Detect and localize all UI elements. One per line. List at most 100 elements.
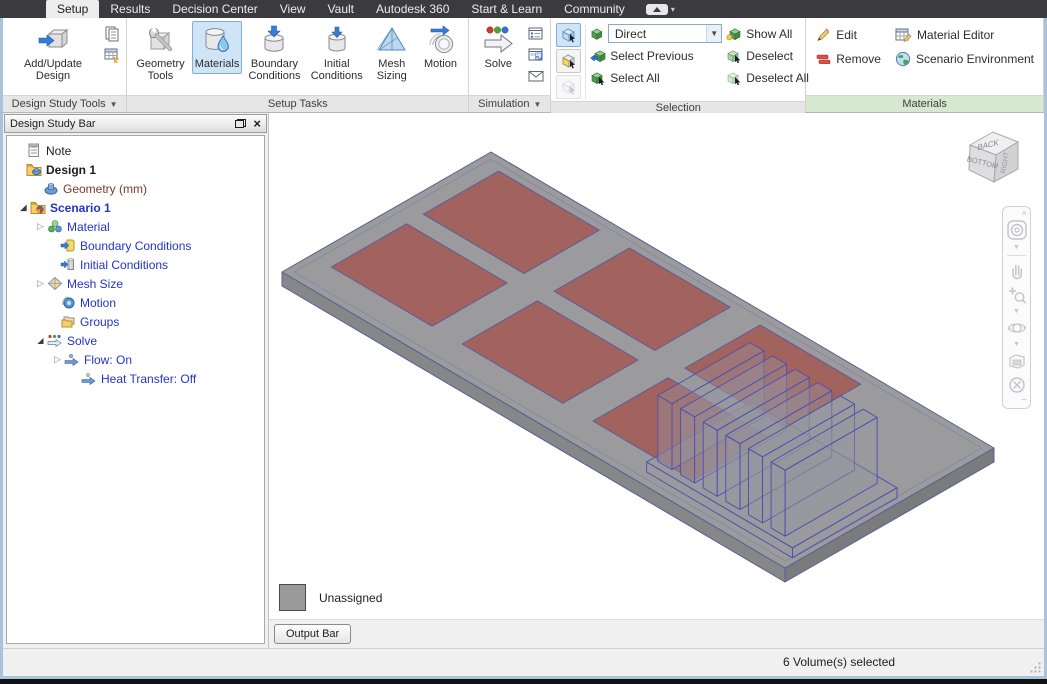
initial-conditions-button[interactable]: Initial Conditions	[307, 21, 367, 86]
solution-monitor-button[interactable]	[527, 25, 544, 42]
boundary-conditions-label: Boundary Conditions	[248, 58, 301, 82]
material-editor-button[interactable]: Material Editor	[895, 27, 1034, 43]
edit-material-button[interactable]: Edit	[815, 27, 881, 43]
design-folder-icon	[26, 164, 42, 176]
deselect-button[interactable]: Deselect	[726, 46, 809, 65]
deselect-all-button[interactable]: Deselect All	[726, 68, 809, 87]
expander-collapsed-icon[interactable]: ▷	[51, 354, 64, 365]
email-notification-button[interactable]	[527, 67, 544, 84]
mesh-sizing-icon	[376, 27, 406, 51]
group-materials: Edit Remove Material Editor Scenario Env…	[806, 18, 1044, 112]
chevron-down-icon[interactable]: ▼	[1013, 308, 1020, 315]
tab-community[interactable]: Community	[553, 0, 636, 18]
design-study-tree: Note Design 1 Geometry (mm) ◢ Scenario 1…	[6, 135, 265, 644]
material-editor-label: Material Editor	[916, 28, 995, 42]
tree-item-boundary-conditions[interactable]: Boundary Conditions	[9, 236, 262, 255]
select-previous-icon	[590, 49, 606, 62]
expander-collapsed-icon[interactable]: ▷	[34, 221, 47, 232]
tab-results[interactable]: Results	[99, 0, 161, 18]
boundary-conditions-icon	[264, 25, 284, 52]
scenario-environment-button[interactable]: Scenario Environment	[895, 51, 1034, 67]
geometry-tools-button[interactable]: Geometry Tools	[131, 21, 189, 86]
convergence-monitor-button[interactable]	[527, 46, 544, 63]
tree-item-material[interactable]: ▷ Material	[9, 217, 262, 236]
tree-item-motion[interactable]: Motion	[9, 293, 262, 312]
zoom-icon[interactable]	[1007, 285, 1027, 305]
tree-item-scenario-1[interactable]: ◢ Scenario 1	[9, 198, 262, 217]
select-previous-button[interactable]: Select Previous	[590, 46, 722, 65]
select-previous-label: Select Previous	[610, 48, 694, 63]
boundary-conditions-button[interactable]: Boundary Conditions	[244, 21, 304, 86]
selection-mode-row: Direct ▼	[590, 24, 723, 43]
select-all-button[interactable]: Select All	[590, 68, 722, 87]
tab-decision-center[interactable]: Decision Center	[161, 0, 268, 18]
selection-mode-dropdown[interactable]: Direct ▼	[607, 24, 723, 43]
view-cube[interactable]: BACK BOTTOM RIGHT	[960, 125, 1026, 191]
motion-button[interactable]: Motion	[417, 21, 465, 74]
resize-grip[interactable]	[1029, 661, 1042, 674]
select-volumes-mode-button[interactable]	[556, 23, 582, 47]
flow-arrow-icon	[64, 353, 79, 367]
design-review-button[interactable]	[103, 46, 120, 63]
tree-item-heat-transfer[interactable]: Heat Transfer: Off	[9, 369, 262, 388]
remove-material-button[interactable]: Remove	[815, 51, 881, 67]
tab-setup[interactable]: Setup	[46, 0, 100, 18]
orbit-icon[interactable]	[1007, 318, 1027, 338]
tab-view[interactable]: View	[269, 0, 317, 18]
mesh-sizing-button[interactable]: Mesh Sizing	[369, 21, 415, 86]
select-edges-mode-button[interactable]	[556, 75, 582, 99]
solve-icon	[484, 26, 514, 54]
remove-icon	[816, 54, 831, 64]
tab-autodesk-360[interactable]: Autodesk 360	[365, 0, 460, 18]
solve-button[interactable]: Solve	[473, 21, 523, 74]
volume-select-icon	[561, 28, 575, 43]
deselect-icon	[727, 49, 741, 63]
chevron-down-icon[interactable]: ▼	[1013, 244, 1020, 251]
surface-select-icon	[561, 54, 575, 69]
close-panel-icon[interactable]: ×	[253, 117, 261, 130]
tree-item-design-1[interactable]: Design 1	[9, 160, 262, 179]
tree-item-groups[interactable]: Groups	[9, 312, 262, 331]
tree-item-solve[interactable]: ◢ Solve	[9, 331, 262, 350]
float-panel-icon[interactable]	[235, 119, 247, 128]
materials-button[interactable]: Materials	[191, 21, 243, 74]
solve-label: Solve	[484, 58, 513, 70]
output-bar-button[interactable]: Output Bar	[274, 624, 352, 644]
pan-hand-icon[interactable]	[1007, 261, 1027, 281]
navbar-minimize-icon[interactable]: −	[1021, 396, 1027, 406]
tree-item-flow[interactable]: ▷ Flow: On	[9, 350, 262, 369]
boundary-conditions-tree-icon	[60, 239, 75, 252]
note-icon	[28, 143, 39, 157]
tree-item-note[interactable]: Note	[9, 141, 262, 160]
group-label-design-study-tools[interactable]: Design Study Tools ▼	[3, 95, 127, 112]
add-update-design-button[interactable]: Add/Update Design	[7, 21, 99, 86]
material-editor-icon	[895, 28, 912, 42]
tab-start-learn[interactable]: Start & Learn	[460, 0, 553, 18]
steering-wheel-icon[interactable]	[1006, 219, 1028, 241]
application-window: Setup Results Decision Center View Vault…	[0, 0, 1047, 684]
select-surfaces-mode-button[interactable]	[556, 49, 582, 73]
design-study-bar-panel: Design Study Bar × Note Design 1 Geometr…	[3, 113, 269, 648]
expander-expanded-icon[interactable]: ◢	[34, 336, 47, 345]
model-scene	[281, 151, 995, 583]
a360-menu-button[interactable]: ▾	[645, 3, 675, 15]
expander-expanded-icon[interactable]: ◢	[17, 203, 30, 212]
show-all-button[interactable]: Show All	[726, 24, 809, 43]
3d-viewport[interactable]: BACK BOTTOM RIGHT × ▼ ▼ ▼ − Unassigned	[269, 113, 1044, 619]
tree-item-mesh-size[interactable]: ▷ Mesh Size	[9, 274, 262, 293]
tree-item-initial-conditions[interactable]: Initial Conditions	[9, 255, 262, 274]
group-design-study-tools: Add/Update Design Design Study Tools ▼	[3, 18, 128, 112]
materials-label: Materials	[194, 58, 240, 70]
clone-design-button[interactable]	[103, 25, 120, 42]
full-navigation-icon[interactable]	[1007, 375, 1027, 395]
look-at-icon[interactable]	[1007, 351, 1027, 371]
chevron-down-icon: ▼	[706, 25, 722, 42]
expander-collapsed-icon[interactable]: ▷	[34, 278, 47, 289]
tab-vault[interactable]: Vault	[317, 0, 365, 18]
ribbon-tab-bar: Setup Results Decision Center View Vault…	[0, 0, 1047, 18]
chevron-down-icon: ▼	[533, 99, 542, 109]
navbar-close-icon[interactable]: ×	[1022, 209, 1027, 218]
tree-item-geometry[interactable]: Geometry (mm)	[9, 179, 262, 198]
chevron-down-icon[interactable]: ▼	[1013, 341, 1020, 348]
group-label-simulation[interactable]: Simulation ▼	[469, 95, 551, 112]
